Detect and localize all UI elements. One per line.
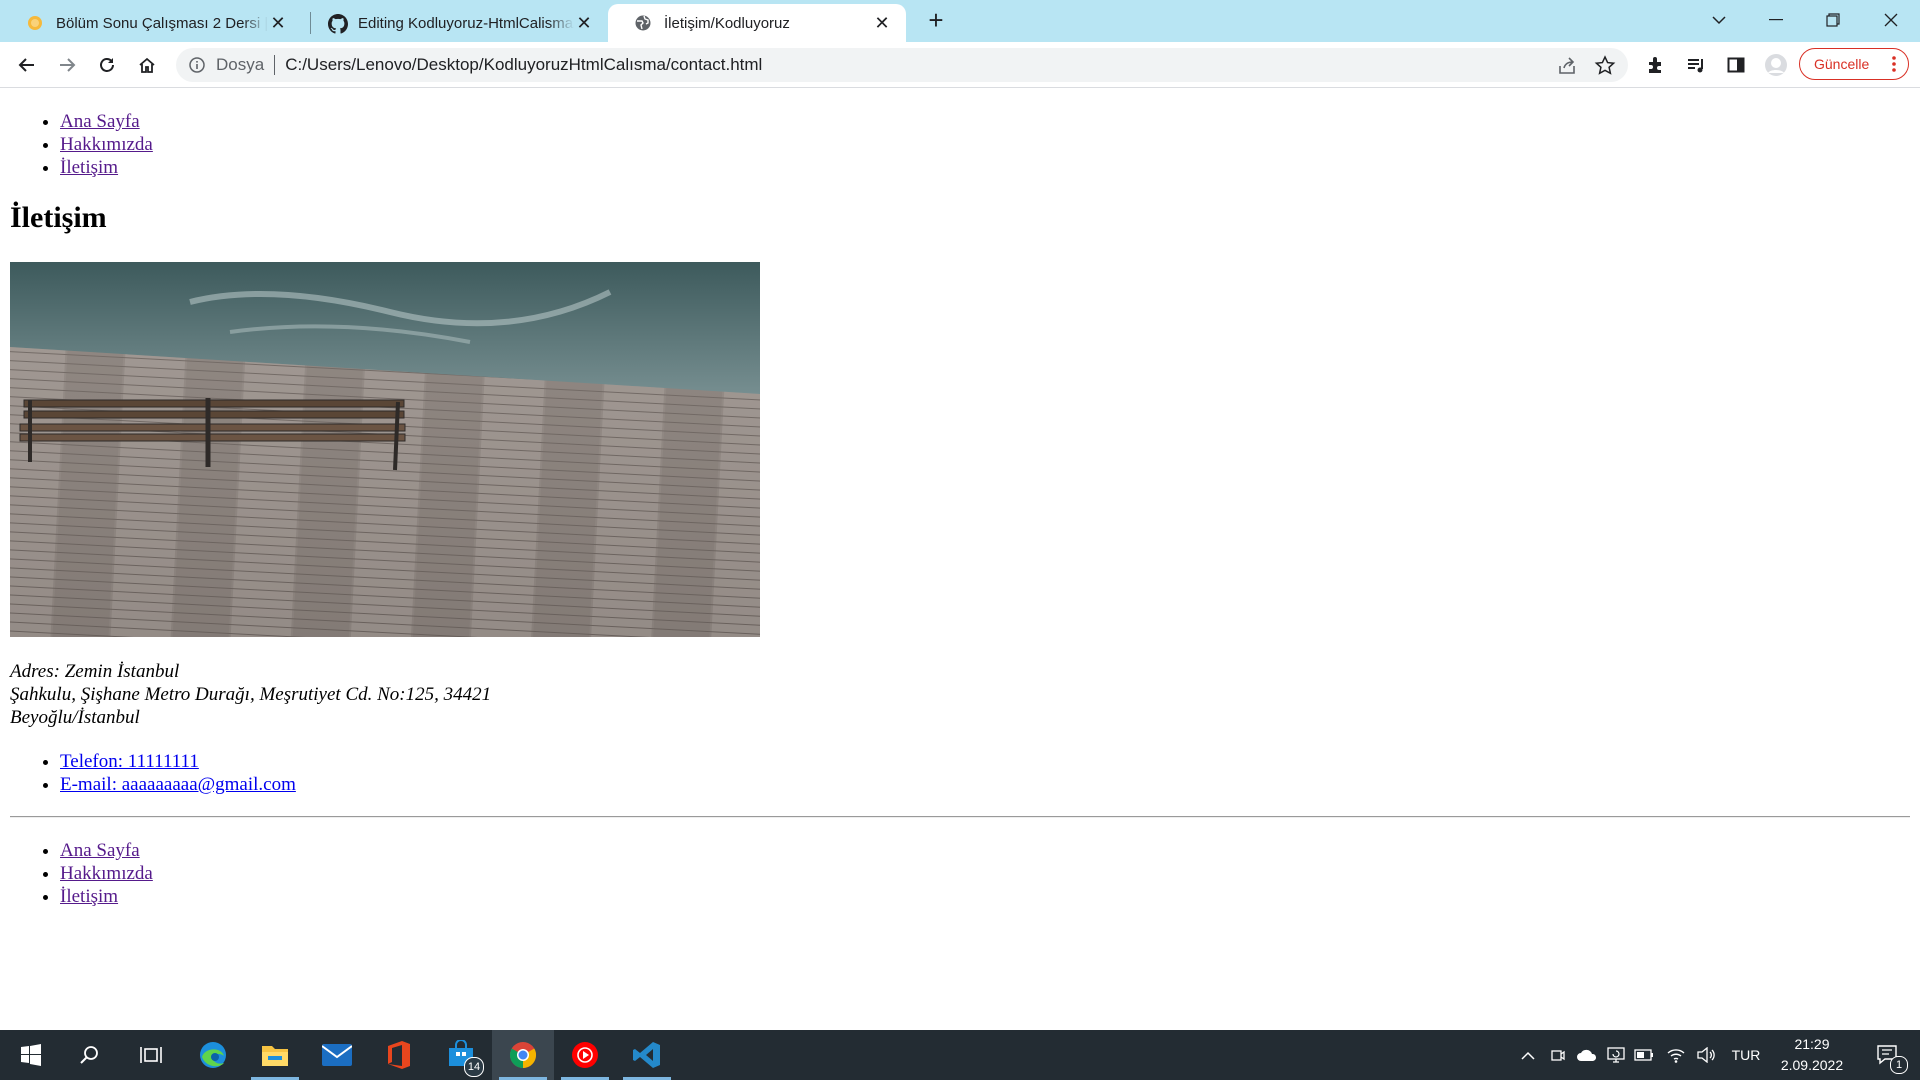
nav-link-iletisim[interactable]: İletişim: [60, 886, 118, 907]
close-tab-icon[interactable]: ✕: [872, 13, 892, 33]
address-line: Beyoğlu/İstanbul: [10, 707, 140, 728]
clock-date: 2.09.2022: [1780, 1057, 1844, 1073]
battery-icon[interactable]: [1632, 1030, 1656, 1080]
phone-link[interactable]: Telefon: 11111111: [60, 751, 199, 772]
update-button[interactable]: Güncelle: [1799, 48, 1909, 80]
windows-taskbar: 14 TUR 21:29 2.09.2022 1: [0, 1030, 1920, 1080]
profile-avatar-icon[interactable]: [1760, 49, 1792, 81]
new-tab-button[interactable]: +: [923, 7, 949, 34]
address-block: Adres: Zemin İstanbul Şahkulu, Şişhane M…: [10, 660, 491, 729]
browser-toolbar: Dosya C:/Users/Lenovo/Desktop/Kodluyoruz…: [0, 42, 1920, 88]
update-label: Güncelle: [1814, 56, 1870, 72]
address-bar[interactable]: Dosya C:/Users/Lenovo/Desktop/Kodluyoruz…: [176, 48, 1628, 82]
pier-photo: [10, 262, 760, 637]
url-divider: [274, 55, 276, 75]
nav-item: Ana Sayfa: [60, 839, 153, 862]
horizontal-rule: [10, 816, 1910, 818]
media-control-icon[interactable]: [1680, 49, 1712, 81]
search-icon[interactable]: [58, 1030, 120, 1080]
tab-iletisim[interactable]: İletişim/Kodluyoruz ✕: [608, 4, 906, 42]
task-view-icon[interactable]: [120, 1030, 182, 1080]
back-icon[interactable]: [11, 49, 43, 81]
vscode-icon[interactable]: [616, 1030, 678, 1080]
home-icon[interactable]: [131, 49, 163, 81]
globe-icon: [634, 14, 652, 32]
mail-icon[interactable]: [306, 1030, 368, 1080]
office-icon[interactable]: [368, 1030, 430, 1080]
bookmark-star-icon[interactable]: [1594, 55, 1616, 77]
tab-title: Editing Kodluyoruz-HtmlCalisma/: [358, 14, 574, 32]
youtube-music-icon[interactable]: [554, 1030, 616, 1080]
meet-now-icon[interactable]: [1546, 1030, 1570, 1080]
tab-title: İletişim/Kodluyoruz: [664, 14, 790, 32]
nav-item: Ana Sayfa: [60, 110, 153, 133]
nav-link-ana-sayfa[interactable]: Ana Sayfa: [60, 111, 140, 132]
update-tray-icon[interactable]: [1604, 1030, 1628, 1080]
notification-count: 1: [1890, 1056, 1908, 1074]
nav-link-hakkimizda[interactable]: Hakkımızda: [60, 134, 153, 155]
close-window-icon[interactable]: [1868, 5, 1914, 35]
volume-icon[interactable]: [1694, 1030, 1718, 1080]
page-title: İletişim: [10, 201, 107, 234]
file-explorer-icon[interactable]: [244, 1030, 306, 1080]
onedrive-icon[interactable]: [1574, 1030, 1600, 1080]
nav-link-ana-sayfa[interactable]: Ana Sayfa: [60, 840, 140, 861]
clock-time: 21:29: [1794, 1036, 1830, 1052]
chrome-icon[interactable]: [492, 1030, 554, 1080]
contact-item: Telefon: 11111111: [60, 750, 296, 773]
tab-title: Bölüm Sonu Çalışması 2 Dersi | Patika: [56, 14, 268, 32]
email-link[interactable]: E-mail: aaaaaaaaa@gmail.com: [60, 774, 296, 795]
close-tab-icon[interactable]: ✕: [574, 13, 594, 33]
side-panel-icon[interactable]: [1720, 49, 1752, 81]
system-clock[interactable]: 21:29 2.09.2022: [1768, 1034, 1856, 1076]
restore-icon[interactable]: [1810, 5, 1856, 35]
tab-patika[interactable]: Bölüm Sonu Çalışması 2 Dersi | Patika ✕: [0, 4, 302, 42]
input-language[interactable]: TUR: [1726, 1030, 1766, 1080]
nav-link-hakkimizda[interactable]: Hakkımızda: [60, 863, 153, 884]
contact-item: E-mail: aaaaaaaaa@gmail.com: [60, 773, 296, 796]
minimize-icon[interactable]: [1753, 5, 1799, 35]
nav-item: Hakkımızda: [60, 133, 153, 156]
tab-strip: Bölüm Sonu Çalışması 2 Dersi | Patika ✕ …: [0, 0, 1920, 42]
edge-icon[interactable]: [182, 1030, 244, 1080]
start-icon[interactable]: [0, 1030, 62, 1080]
wifi-icon[interactable]: [1664, 1030, 1688, 1080]
nav-item: İletişim: [60, 885, 153, 908]
bottom-nav: Ana Sayfa Hakkımızda İletişim: [0, 839, 153, 908]
close-tab-icon[interactable]: ✕: [268, 13, 288, 33]
web-page: Ana Sayfa Hakkımızda İletişim İletişim: [0, 89, 1920, 1030]
contact-list: Telefon: 11111111 E-mail: aaaaaaaaa@gmai…: [0, 750, 296, 796]
url-scheme-label: Dosya: [216, 55, 265, 74]
patika-favicon: [26, 14, 44, 32]
show-hidden-icons[interactable]: [1516, 1030, 1540, 1080]
site-info-icon[interactable]: [188, 56, 206, 74]
tab-search-icon[interactable]: [1696, 5, 1742, 35]
extensions-icon[interactable]: [1640, 49, 1672, 81]
address-line: Şahkulu, Şişhane Metro Durağı, Meşrutiye…: [10, 684, 492, 705]
nav-item: İletişim: [60, 156, 153, 179]
tab-github[interactable]: Editing Kodluyoruz-HtmlCalisma/ ✕: [302, 4, 608, 42]
nav-link-iletisim[interactable]: İletişim: [60, 157, 118, 178]
menu-dots-icon[interactable]: [1892, 55, 1896, 76]
top-nav: Ana Sayfa Hakkımızda İletişim: [0, 110, 153, 179]
address-line: Adres: Zemin İstanbul: [10, 661, 180, 682]
share-icon[interactable]: [1556, 55, 1578, 77]
github-icon: [328, 14, 348, 34]
store-icon[interactable]: 14: [430, 1030, 492, 1080]
url-text[interactable]: C:/Users/Lenovo/Desktop/KodluyoruzHtmlCa…: [285, 55, 762, 75]
notification-center-icon[interactable]: 1: [1866, 1030, 1910, 1080]
forward-icon[interactable]: [51, 49, 83, 81]
store-badge: 14: [464, 1057, 484, 1077]
nav-item: Hakkımızda: [60, 862, 153, 885]
reload-icon[interactable]: [91, 49, 123, 81]
